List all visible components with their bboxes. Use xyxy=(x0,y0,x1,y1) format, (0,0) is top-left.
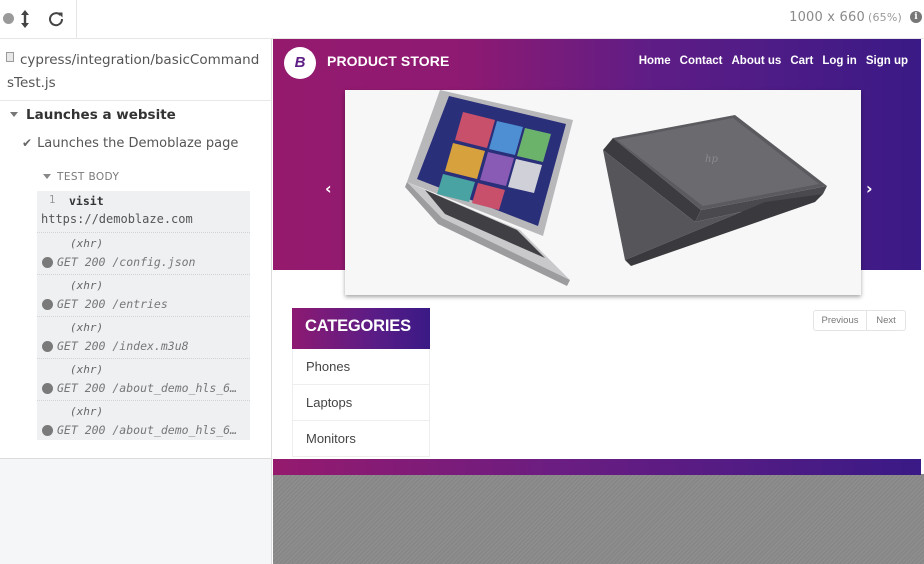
command-row[interactable]: (xhr) GET 200 /config.json xyxy=(37,233,250,275)
carousel-next-button[interactable]: › xyxy=(866,179,873,198)
caret-down-icon xyxy=(43,173,51,179)
check-icon: ✔ xyxy=(22,136,33,150)
command-type: (xhr) xyxy=(70,279,104,292)
command-message: GET 200 /entries xyxy=(57,297,168,311)
test-body-label[interactable]: TEST BODY xyxy=(43,171,119,183)
command-message: GET 200 /config.json xyxy=(57,255,196,269)
pager-previous-button[interactable]: Previous xyxy=(813,310,867,331)
pending-dot-icon xyxy=(42,383,53,394)
suite-title-text: Launches a website xyxy=(26,107,176,123)
command-row[interactable]: (xhr) GET 200 /about_demo_hls_6… xyxy=(37,359,250,401)
pending-dot-icon xyxy=(42,299,53,310)
command-number: 1 xyxy=(49,194,56,206)
reporter-panel: cypress/integration/basicCommandsTest.js… xyxy=(0,39,272,564)
category-monitors[interactable]: Monitors xyxy=(292,421,430,457)
runner-toolbar: 1000 x 660 (65%) i xyxy=(0,0,924,39)
aut-background xyxy=(273,474,924,564)
viewport-info: 1000 x 660 (65%) xyxy=(789,10,902,25)
footer-band xyxy=(273,459,921,475)
laptops-image: hp xyxy=(405,90,827,286)
categories-title[interactable]: CATEGORIES xyxy=(292,308,430,349)
command-row[interactable]: (xhr) GET 200 /entries xyxy=(37,275,250,317)
viewport-scale: (65%) xyxy=(867,11,902,24)
command-type: (xhr) xyxy=(70,363,104,376)
command-message: GET 200 /about_demo_hls_6… xyxy=(57,381,238,395)
brand-logo[interactable]: B xyxy=(284,47,316,79)
nav-contact[interactable]: Contact xyxy=(680,55,723,67)
suite-title[interactable]: Launches a website xyxy=(10,107,176,123)
command-row[interactable]: 1 visit https://demoblaze.com xyxy=(37,191,250,233)
command-type: (xhr) xyxy=(70,321,104,334)
nav-about-us[interactable]: About us xyxy=(731,55,781,67)
command-row[interactable]: (xhr) GET 200 /about_demo_hls_6… xyxy=(37,401,250,440)
vertical-resize-icon[interactable] xyxy=(19,8,31,30)
nav-log-in[interactable]: Log in xyxy=(822,55,857,67)
command-name: visit xyxy=(69,194,104,208)
pending-dot-icon xyxy=(42,425,53,436)
nav-sign-up[interactable]: Sign up xyxy=(866,55,908,67)
test-title[interactable]: ✔ Launches the Demoblaze page xyxy=(22,136,238,151)
reload-icon[interactable] xyxy=(47,10,65,28)
caret-down-icon xyxy=(10,111,18,117)
category-laptops[interactable]: Laptops xyxy=(292,385,430,421)
test-body-label-text: TEST BODY xyxy=(57,171,120,183)
spec-path[interactable]: cypress/integration/basicCommandsTest.js xyxy=(7,49,265,95)
command-message: GET 200 /about_demo_hls_6… xyxy=(57,423,238,437)
status-dot-icon xyxy=(3,13,14,24)
command-detail: https://demoblaze.com xyxy=(41,212,193,226)
svg-text:hp: hp xyxy=(705,154,718,165)
command-row[interactable]: (xhr) GET 200 /index.m3u8 xyxy=(37,317,250,359)
spec-header: cypress/integration/basicCommandsTest.js xyxy=(0,39,271,101)
category-phones[interactable]: Phones xyxy=(292,349,430,385)
command-type: (xhr) xyxy=(70,237,104,250)
runnables: Launches a website ✔ Launches the Demobla… xyxy=(0,101,271,459)
pending-dot-icon xyxy=(42,341,53,352)
test-title-text: Launches the Demoblaze page xyxy=(37,136,239,151)
carousel-slide: hp xyxy=(345,90,861,295)
command-log: 1 visit https://demoblaze.com (xhr) GET … xyxy=(37,191,250,440)
pending-dot-icon xyxy=(42,257,53,268)
nav-home[interactable]: Home xyxy=(639,55,671,67)
nav-links: Home Contact About us Cart Log in Sign u… xyxy=(630,55,908,67)
toolbar-divider xyxy=(76,0,77,39)
navbar: B PRODUCT STORE Home Contact About us Ca… xyxy=(273,39,921,86)
info-icon[interactable]: i xyxy=(910,11,922,23)
command-message: GET 200 /index.m3u8 xyxy=(57,339,189,353)
command-type: (xhr) xyxy=(70,405,104,418)
viewport-size: 1000 x 660 xyxy=(789,10,865,25)
pager-next-button[interactable]: Next xyxy=(866,310,906,331)
carousel-prev-button[interactable]: ‹ xyxy=(325,179,332,198)
aut-frame: B PRODUCT STORE Home Contact About us Ca… xyxy=(273,39,921,475)
brand-name[interactable]: PRODUCT STORE xyxy=(327,53,449,69)
nav-cart[interactable]: Cart xyxy=(790,55,813,67)
